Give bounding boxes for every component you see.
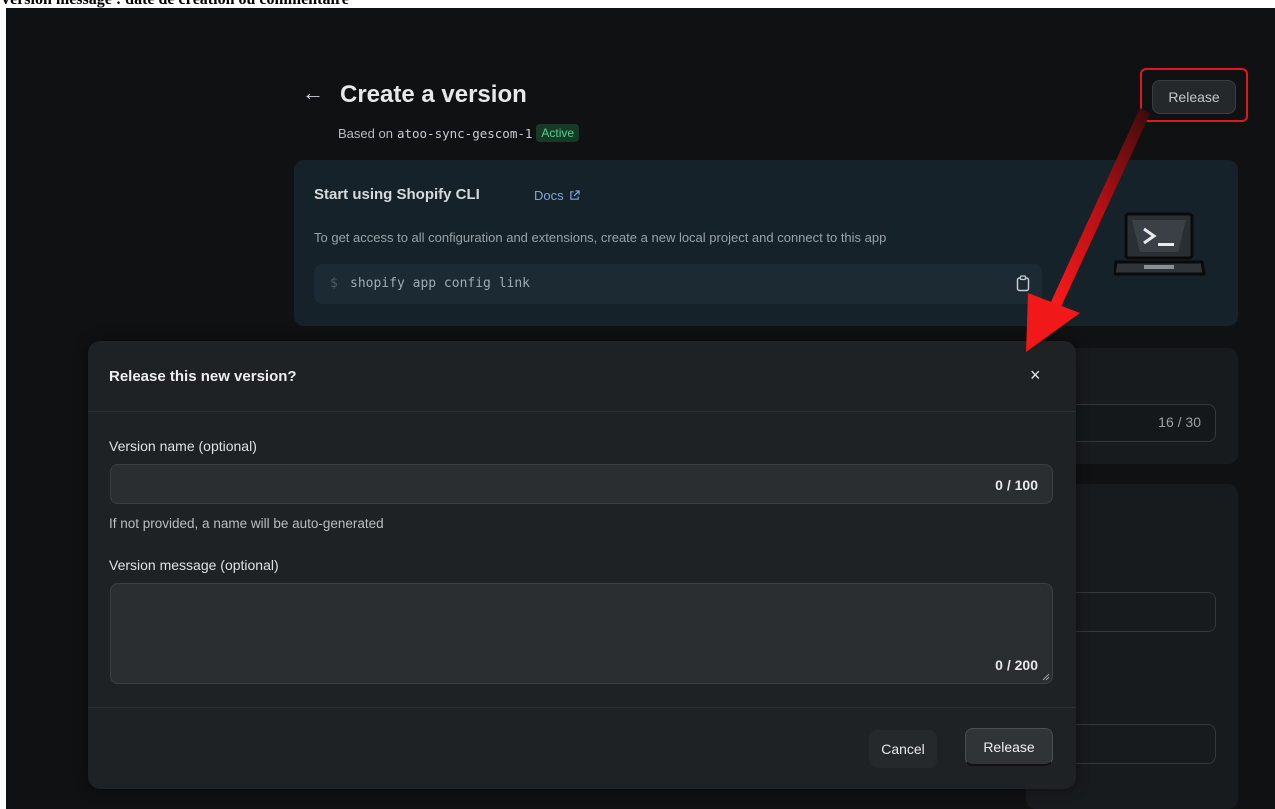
status-badge: Active	[536, 124, 580, 142]
version-name-label: Version name (optional)	[109, 438, 257, 454]
dialog-header: Release this new version? ×	[88, 341, 1076, 412]
dialog-title: Release this new version?	[109, 368, 297, 385]
version-name-input[interactable]: 0 / 100	[110, 464, 1053, 504]
close-icon[interactable]: ×	[1030, 365, 1041, 386]
background-counter: 16 / 30	[1158, 414, 1201, 430]
version-name-counter: 0 / 100	[995, 477, 1038, 493]
page-title: Create a version	[340, 81, 527, 108]
based-on-version: atoo-sync-gescom-1	[396, 125, 533, 141]
based-on-label: Based on	[338, 125, 393, 141]
version-name-help: If not provided, a name will be auto-gen…	[109, 516, 384, 531]
cli-command-box: $ shopify app config link	[314, 264, 1042, 304]
docs-link[interactable]: Docs	[534, 188, 580, 203]
document-caption: Version message : date de création ou co…	[0, 0, 1275, 8]
release-button[interactable]: Release	[965, 728, 1053, 766]
version-message-counter: 0 / 200	[995, 657, 1038, 673]
back-arrow-icon[interactable]: ←	[302, 80, 324, 106]
cli-card-title: Start using Shopify CLI	[314, 186, 480, 203]
cancel-button[interactable]: Cancel	[869, 730, 937, 768]
cli-card-description: To get access to all configuration and e…	[314, 230, 887, 245]
dialog-footer-divider	[88, 707, 1076, 708]
resize-handle-icon[interactable]	[1042, 673, 1050, 681]
version-message-textarea[interactable]: 0 / 200	[110, 583, 1053, 684]
docs-link-label[interactable]: Docs	[534, 188, 564, 203]
release-highlight-box	[1140, 68, 1248, 122]
red-arrow-annotation	[1026, 108, 1150, 352]
version-message-label: Version message (optional)	[109, 557, 279, 573]
external-link-icon	[569, 190, 580, 200]
release-dialog: Release this new version? × Version name…	[88, 341, 1076, 789]
cli-command: shopify app config link	[350, 276, 531, 291]
based-on-line: Based on atoo-sync-gescom-1 Active	[338, 124, 580, 142]
app-window: ← Create a version Based on atoo-sync-ge…	[6, 8, 1275, 809]
prompt-symbol: $	[330, 276, 338, 291]
